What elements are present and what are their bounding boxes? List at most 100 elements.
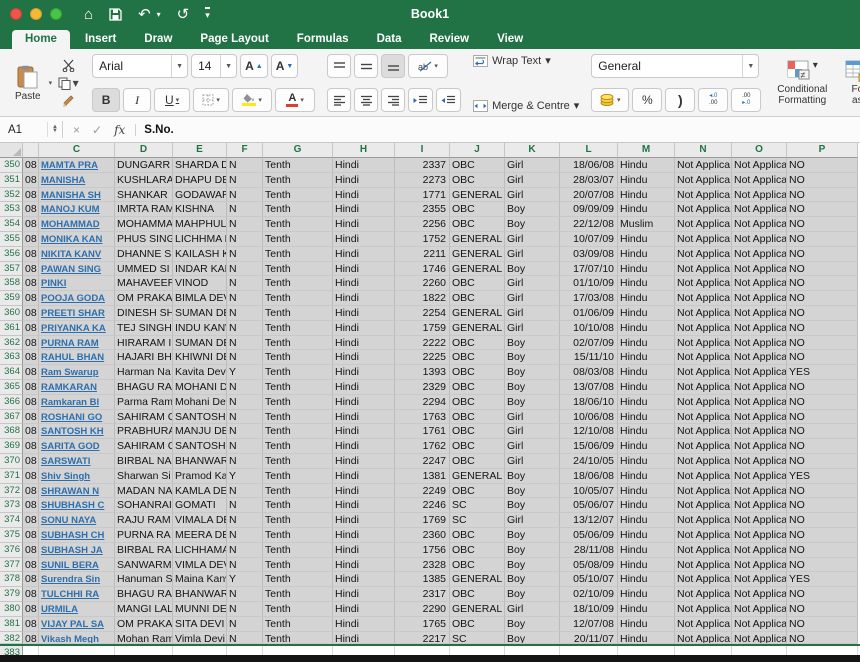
cell-H370[interactable]: Hindi xyxy=(333,454,395,469)
cell-L383[interactable] xyxy=(560,646,618,655)
cell-P378[interactable]: YES xyxy=(787,572,858,587)
row-header-374[interactable]: 374 xyxy=(0,513,23,528)
cell-K376[interactable]: Boy xyxy=(505,543,560,558)
cell-I357[interactable]: 1746 xyxy=(395,262,450,277)
cell-F350[interactable]: N xyxy=(227,158,263,173)
cell-B361[interactable]: 08 xyxy=(23,321,39,336)
cell-N368[interactable]: Not Applica xyxy=(675,424,732,439)
cell-C353[interactable]: MANOJ KUM xyxy=(39,202,115,217)
cell-L370[interactable]: 24/10/05 xyxy=(560,454,618,469)
cell-N376[interactable]: Not Applica xyxy=(675,543,732,558)
bold-button[interactable]: B xyxy=(92,88,120,112)
cell-N354[interactable]: Not Applica xyxy=(675,217,732,232)
cell-D354[interactable]: MOHAMMA xyxy=(115,217,173,232)
align-middle-button[interactable] xyxy=(354,54,378,78)
tab-view[interactable]: View xyxy=(484,30,536,49)
cell-N352[interactable]: Not Applica xyxy=(675,188,732,203)
column-header-M[interactable]: M xyxy=(618,143,675,158)
cell-N375[interactable]: Not Applica xyxy=(675,528,732,543)
cell-J364[interactable]: OBC xyxy=(450,365,505,380)
cell-B374[interactable]: 08 xyxy=(23,513,39,528)
cell-K364[interactable]: Boy xyxy=(505,365,560,380)
cell-E369[interactable]: SANTOSH xyxy=(173,439,227,454)
cell-H361[interactable]: Hindi xyxy=(333,321,395,336)
cell-P368[interactable]: NO xyxy=(787,424,858,439)
cell-B360[interactable]: 08 xyxy=(23,306,39,321)
cell-E376[interactable]: LICHHAMA xyxy=(173,543,227,558)
cell-L382[interactable]: 20/11/07 xyxy=(560,632,618,645)
cell-J362[interactable]: OBC xyxy=(450,336,505,351)
cell-C374[interactable]: SONU NAYA xyxy=(39,513,115,528)
cell-F366[interactable]: N xyxy=(227,395,263,410)
cell-F377[interactable]: N xyxy=(227,558,263,573)
merge-centre-button[interactable]: Merge & Centre ▾ xyxy=(473,99,579,112)
cell-G357[interactable]: Tenth xyxy=(263,262,333,277)
cell-D356[interactable]: DHANNE S xyxy=(115,247,173,262)
cell-G350[interactable]: Tenth xyxy=(263,158,333,173)
cell-C366[interactable]: Ramkaran Bl xyxy=(39,395,115,410)
column-header-L[interactable]: L xyxy=(560,143,618,158)
cell-M352[interactable]: Hindu xyxy=(618,188,675,203)
row-header-363[interactable]: 363 xyxy=(0,350,23,365)
currency-button[interactable]: ▾ xyxy=(591,88,629,112)
cell-M358[interactable]: Hindu xyxy=(618,276,675,291)
cell-O363[interactable]: Not Applica xyxy=(732,350,787,365)
cell-J373[interactable]: SC xyxy=(450,498,505,513)
cell-G365[interactable]: Tenth xyxy=(263,380,333,395)
conditional-formatting-button[interactable]: ≠ ▾ ConditionalFormatting xyxy=(773,59,831,108)
cell-C382[interactable]: Vikash Megh xyxy=(39,632,115,645)
cell-P351[interactable]: NO xyxy=(787,173,858,188)
cell-O382[interactable]: Not Applica xyxy=(732,632,787,645)
cell-H351[interactable]: Hindi xyxy=(333,173,395,188)
cell-M355[interactable]: Hindu xyxy=(618,232,675,247)
cell-E358[interactable]: VINOD xyxy=(173,276,227,291)
cell-O360[interactable]: Not Applica xyxy=(732,306,787,321)
cell-D382[interactable]: Mohan Ram xyxy=(115,632,173,645)
cell-I354[interactable]: 2256 xyxy=(395,217,450,232)
cell-P352[interactable]: NO xyxy=(787,188,858,203)
cell-F355[interactable]: N xyxy=(227,232,263,247)
cell-I370[interactable]: 2247 xyxy=(395,454,450,469)
cell-L352[interactable]: 20/07/08 xyxy=(560,188,618,203)
cell-L372[interactable]: 10/05/07 xyxy=(560,484,618,499)
cell-P361[interactable]: NO xyxy=(787,321,858,336)
cell-L353[interactable]: 09/09/09 xyxy=(560,202,618,217)
cell-C364[interactable]: Ram Swarup xyxy=(39,365,115,380)
cell-P357[interactable]: NO xyxy=(787,262,858,277)
cell-P363[interactable]: NO xyxy=(787,350,858,365)
shrink-font-button[interactable]: A▼ xyxy=(271,54,299,78)
row-header-367[interactable]: 367 xyxy=(0,410,23,425)
cell-L371[interactable]: 18/06/08 xyxy=(560,469,618,484)
cell-G364[interactable]: Tenth xyxy=(263,365,333,380)
cell-O375[interactable]: Not Applica xyxy=(732,528,787,543)
cell-J350[interactable]: OBC xyxy=(450,158,505,173)
row-header-352[interactable]: 352 xyxy=(0,188,23,203)
cell-F381[interactable]: N xyxy=(227,617,263,632)
cell-E371[interactable]: Pramod Ka xyxy=(173,469,227,484)
cell-M375[interactable]: Hindu xyxy=(618,528,675,543)
cell-O364[interactable]: Not Applica xyxy=(732,365,787,380)
cell-D376[interactable]: BIRBAL RA xyxy=(115,543,173,558)
cell-E378[interactable]: Maina Kanw xyxy=(173,572,227,587)
cell-C354[interactable]: MOHAMMAD xyxy=(39,217,115,232)
cell-M383[interactable] xyxy=(618,646,675,655)
cell-O362[interactable]: Not Applica xyxy=(732,336,787,351)
cell-D374[interactable]: RAJU RAM xyxy=(115,513,173,528)
cell-H359[interactable]: Hindi xyxy=(333,291,395,306)
cell-H382[interactable]: Hindi xyxy=(333,632,395,645)
cell-O353[interactable]: Not Applica xyxy=(732,202,787,217)
cell-E350[interactable]: SHARDA D xyxy=(173,158,227,173)
cell-I371[interactable]: 1381 xyxy=(395,469,450,484)
cell-O374[interactable]: Not Applica xyxy=(732,513,787,528)
cell-B367[interactable]: 08 xyxy=(23,410,39,425)
cell-B352[interactable]: 08 xyxy=(23,188,39,203)
cell-M372[interactable]: Hindu xyxy=(618,484,675,499)
cell-E381[interactable]: SITA DEVI xyxy=(173,617,227,632)
cell-I382[interactable]: 2217 xyxy=(395,632,450,645)
cell-P350[interactable]: NO xyxy=(787,158,858,173)
cell-D381[interactable]: OM PRAKA xyxy=(115,617,173,632)
cell-H360[interactable]: Hindi xyxy=(333,306,395,321)
borders-button[interactable]: ▾ xyxy=(193,88,229,112)
cell-N362[interactable]: Not Applica xyxy=(675,336,732,351)
cell-G362[interactable]: Tenth xyxy=(263,336,333,351)
